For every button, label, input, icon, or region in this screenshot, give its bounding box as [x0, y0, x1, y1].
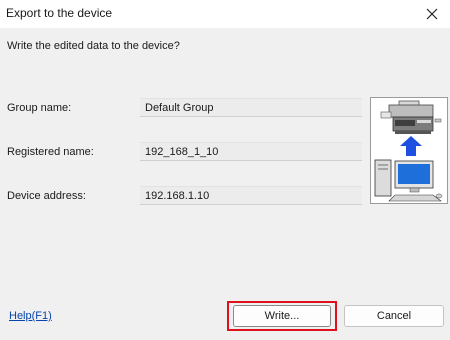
export-illustration — [370, 97, 448, 204]
window-title: Export to the device — [6, 6, 113, 20]
write-button[interactable]: Write... — [233, 305, 331, 327]
close-icon — [426, 8, 438, 20]
dialog-body: Write the edited data to the device? Gro… — [0, 28, 450, 340]
group-name-label: Group name: — [7, 102, 72, 114]
confirm-prompt: Write the edited data to the device? — [7, 40, 180, 52]
printer-icon — [380, 100, 442, 134]
device-address-value: 192.168.1.10 — [140, 186, 362, 205]
device-address-label: Device address: — [7, 190, 86, 202]
export-dialog: Export to the device Write the edited da… — [0, 0, 450, 340]
registered-name-label: Registered name: — [7, 146, 94, 158]
close-button[interactable] — [414, 0, 450, 28]
title-bar: Export to the device — [0, 0, 450, 28]
computer-icon — [374, 159, 443, 202]
cancel-button[interactable]: Cancel — [344, 305, 444, 327]
registered-name-value: 192_168_1_10 — [140, 142, 362, 161]
help-link[interactable]: Help(F1) — [9, 310, 52, 322]
arrow-up-icon — [400, 136, 422, 156]
group-name-value: Default Group — [140, 98, 362, 117]
